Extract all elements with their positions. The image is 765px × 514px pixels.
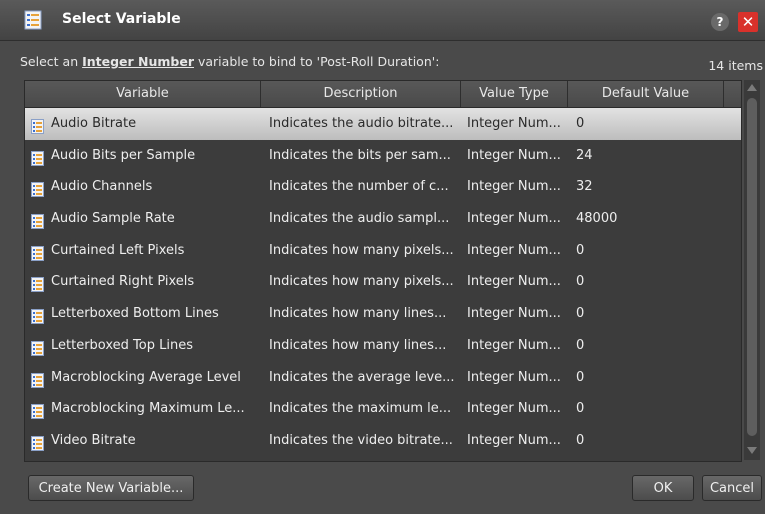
column-header-default-value[interactable]: Default Value [568,81,724,107]
table-row[interactable]: Video Bitrate Indicates the video bitrate… [25,425,741,457]
table-row[interactable]: Macroblocking Average Level Indicates the… [25,362,741,394]
table-row[interactable]: Audio Bitrate Indicates the audio bitrate… [25,108,741,140]
variable-default-value: 0 [576,401,585,417]
table-row[interactable]: Macroblocking Maximum Le... Indicates the… [25,393,741,425]
table-row[interactable]: Letterboxed Top Lines Indicates how many … [25,330,741,362]
variable-value-type: Integer Num... [467,116,561,131]
variable-default-value: 48000 [576,211,618,227]
variable-icon [31,171,47,203]
variable-value-type: Integer Num... [467,306,561,322]
close-button[interactable]: ✕ [738,12,758,32]
variable-description: Indicates the number of c... [269,179,449,195]
create-new-variable-button[interactable]: Create New Variable... [28,475,194,501]
table-row[interactable]: Curtained Left Pixels Indicates how many … [25,235,741,267]
table-row[interactable]: Audio Sample Rate Indicates the audio sam… [25,203,741,235]
variable-table: Variable Description Value Type Default … [24,80,742,462]
variable-icon [31,108,47,140]
variable-default-value: 32 [576,179,593,195]
variable-description: Indicates the video bitrate... [269,432,453,448]
variable-description: Indicates the maximum le... [269,401,452,417]
variable-value-type: Integer Num... [467,147,561,163]
variable-description: Indicates how many lines... [269,306,447,322]
variable-icon [31,235,47,267]
table-header: Variable Description Value Type Default … [25,81,741,108]
table-row[interactable]: Audio Channels Indicates the number of c.… [25,171,741,203]
variable-value-type: Integer Num... [467,432,561,448]
vertical-scrollbar[interactable] [744,80,760,460]
table-row[interactable]: Audio Bits per Sample Indicates the bits … [25,140,741,172]
variable-name: Macroblocking Maximum Le... [51,401,245,417]
variable-description: Indicates the audio sampl... [269,211,450,227]
variable-name: Audio Bitrate [51,116,137,131]
scroll-thumb[interactable] [747,98,757,436]
variable-default-value: 0 [576,274,585,290]
instruction-text: Select an Integer Number variable to bin… [20,54,439,69]
variable-name: Video Bitrate [51,432,136,448]
variable-icon [31,298,47,330]
variable-default-value: 0 [576,306,585,322]
variable-default-value: 24 [576,147,593,163]
dialog-title: Select Variable [62,11,181,27]
variable-default-value: 0 [576,116,585,131]
variable-value-type: Integer Num... [467,369,561,385]
instruction-prefix: Select an [20,54,83,69]
cancel-button[interactable]: Cancel [702,475,762,501]
variable-value-type: Integer Num... [467,211,561,227]
variable-icon [31,266,47,298]
variable-description: Indicates the bits per sam... [269,147,451,163]
variable-name: Letterboxed Bottom Lines [51,306,219,322]
variable-default-value: 0 [576,369,585,385]
variable-icon [31,362,47,394]
variable-description: Indicates the average leve... [269,369,455,385]
variable-value-type: Integer Num... [467,274,561,290]
variable-default-value: 0 [576,242,585,258]
column-header-description[interactable]: Description [261,81,461,107]
scroll-up-arrow-icon[interactable] [747,84,757,91]
table-body: Audio Bitrate Indicates the audio bitrate… [25,108,741,457]
table-row[interactable]: Letterboxed Bottom Lines Indicates how ma… [25,298,741,330]
scroll-down-arrow-icon[interactable] [747,447,757,454]
title-bar: Select Variable ? ✕ [0,0,765,41]
item-count: 14 items [708,58,763,73]
variable-icon [31,203,47,235]
variable-default-value: 0 [576,432,585,448]
ok-button[interactable]: OK [632,475,694,501]
variable-name: Letterboxed Top Lines [51,337,193,353]
variable-icon [31,425,47,457]
variable-default-value: 0 [576,337,585,353]
instruction-type[interactable]: Integer Number [82,54,194,69]
column-header-value-type[interactable]: Value Type [461,81,568,107]
select-variable-dialog: Select Variable ? ✕ Select an Integer Nu… [0,0,765,514]
variable-name: Curtained Left Pixels [51,242,185,258]
table-row[interactable]: Curtained Right Pixels Indicates how many… [25,266,741,298]
variable-name: Audio Bits per Sample [51,147,196,163]
variable-value-type: Integer Num... [467,179,561,195]
variable-name: Macroblocking Average Level [51,369,241,385]
variable-description: Indicates how many lines... [269,337,447,353]
variable-icon [31,330,47,362]
variable-value-type: Integer Num... [467,337,561,353]
variable-name: Curtained Right Pixels [51,274,195,290]
variable-list-icon [24,10,42,30]
variable-description: Indicates the audio bitrate... [269,116,454,131]
variable-name: Audio Channels [51,179,153,195]
variable-description: Indicates how many pixels... [269,274,454,290]
instruction-suffix: variable to bind to 'Post-Roll Duration'… [194,54,440,69]
variable-name: Audio Sample Rate [51,211,175,227]
variable-value-type: Integer Num... [467,242,561,258]
variable-icon [31,393,47,425]
variable-description: Indicates how many pixels... [269,242,454,258]
variable-icon [31,140,47,172]
help-button[interactable]: ? [711,13,729,31]
variable-value-type: Integer Num... [467,401,561,417]
column-header-variable[interactable]: Variable [25,81,261,107]
